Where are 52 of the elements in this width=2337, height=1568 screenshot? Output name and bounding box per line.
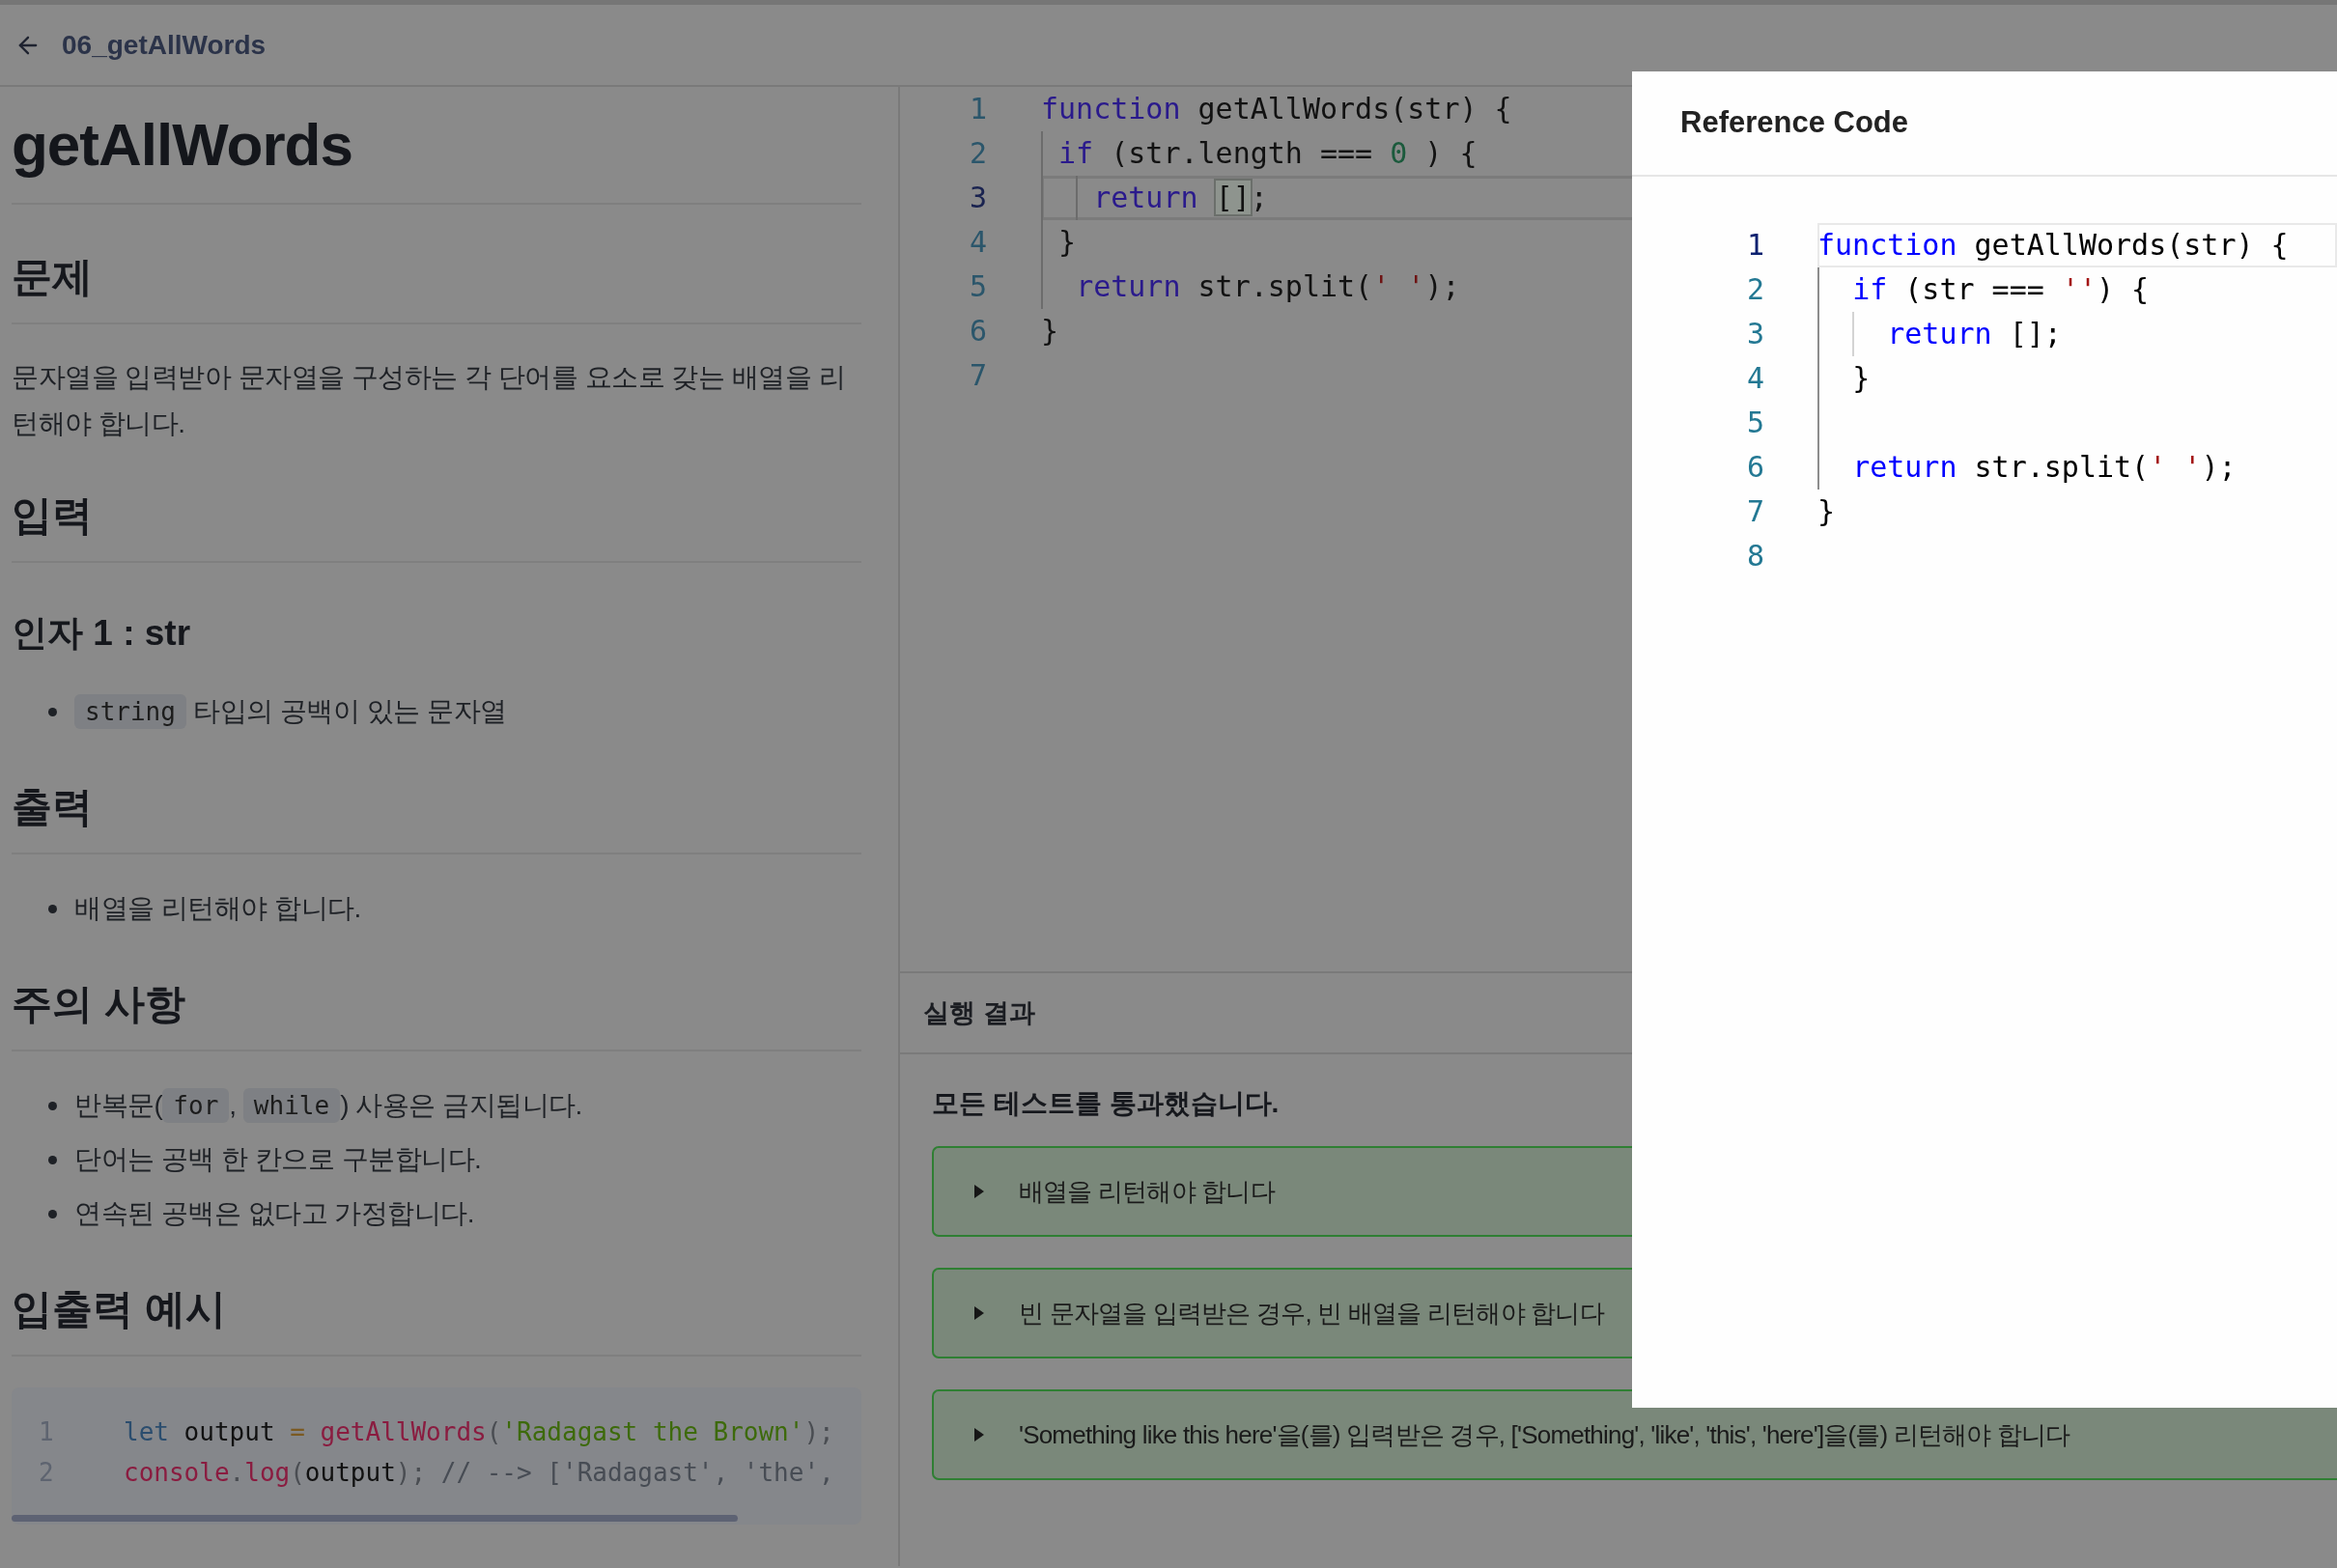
code-line: return []; [1093, 180, 1268, 216]
code-line: return str.split(' '); [1076, 268, 1460, 305]
section-heading: 주의 사항 [12, 977, 861, 1051]
problem-title: getAllWords [12, 108, 861, 205]
code-line: return []; [1887, 316, 2062, 352]
bullet-icon [48, 904, 57, 913]
line-number: 6 [1746, 449, 1764, 486]
line-number: 7 [1746, 493, 1764, 530]
line-number: 2 [969, 135, 987, 172]
code-line: if (str === '') { [1852, 271, 2150, 308]
section-heading: 출력 [12, 780, 861, 854]
code-line: } [1058, 224, 1077, 261]
line-number: 4 [969, 224, 987, 261]
code-line: function getAllWords(str) { [1041, 91, 1512, 127]
code-line: console.log(output); // --> ['Radagast', 'the', [124, 1457, 834, 1489]
bullet-icon [48, 707, 57, 716]
list-item-text: 반복문( for , while ) 사용은 금지됩니다. [74, 1082, 582, 1129]
section-heading: 입력 [12, 489, 861, 563]
line-number: 4 [1746, 360, 1764, 397]
scrollbar[interactable] [12, 1515, 738, 1522]
list-item-text: 연속된 공백은 없다고 가정합니다. [74, 1197, 475, 1230]
line-number: 7 [969, 357, 987, 394]
sub-heading: 인자 1 : str [12, 612, 192, 655]
section-heading: 입출력 예시 [12, 1282, 861, 1357]
list-item-text: 단어는 공백 한 칸으로 구분합니다. [74, 1143, 482, 1176]
line-number: 3 [1746, 316, 1764, 352]
results-summary: 모든 테스트를 통과했습니다. [932, 1087, 1280, 1120]
line-number: 8 [1746, 538, 1764, 574]
code-line: function getAllWords(str) { [1817, 227, 2289, 264]
code-line: if (str.length === 0 ) { [1058, 135, 1478, 172]
code-line: return str.split(' '); [1852, 449, 2237, 486]
line-number: 1 [969, 91, 987, 127]
line-number: 6 [969, 313, 987, 350]
bullet-icon [48, 1101, 57, 1110]
bullet-icon [48, 1155, 57, 1164]
line-number: 5 [1746, 405, 1764, 441]
dialog-title: Reference Code [1680, 104, 1909, 142]
code-line: let output = getAllWords('Radagast the Brown'); [124, 1416, 834, 1448]
list-item-text: 배열을 리턴해야 합니다. [74, 892, 361, 925]
line-number: 2 [1746, 271, 1764, 308]
code-line: } [1852, 360, 1871, 397]
line-number: 5 [969, 268, 987, 305]
page-title: 06_getAllWords [62, 28, 267, 62]
results-title: 실행 결과 [923, 996, 1035, 1029]
line-number: 3 [969, 180, 987, 216]
section-heading: 문제 [12, 250, 861, 324]
paragraph: 문자열을 입력받아 문자열을 구성하는 각 단어를 요소로 갖는 배열을 리턴해야 합니다. [12, 361, 846, 440]
line-number: 1 [1746, 227, 1764, 264]
bullet-icon [48, 1209, 57, 1218]
code-line: } [1817, 493, 1836, 530]
list-item-text: string 타입의 공백이 있는 문자열 [74, 688, 507, 735]
code-line: } [1041, 313, 1059, 350]
